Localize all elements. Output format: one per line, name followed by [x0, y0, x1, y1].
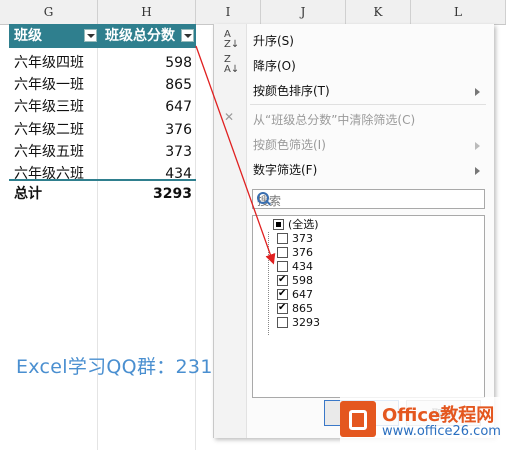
- annotation-arrow: [195, 45, 276, 265]
- logo-url: www.office26.com: [382, 424, 501, 439]
- site-logo: Office教程网 www.office26.com: [340, 397, 501, 445]
- office-logo-icon: [340, 401, 376, 437]
